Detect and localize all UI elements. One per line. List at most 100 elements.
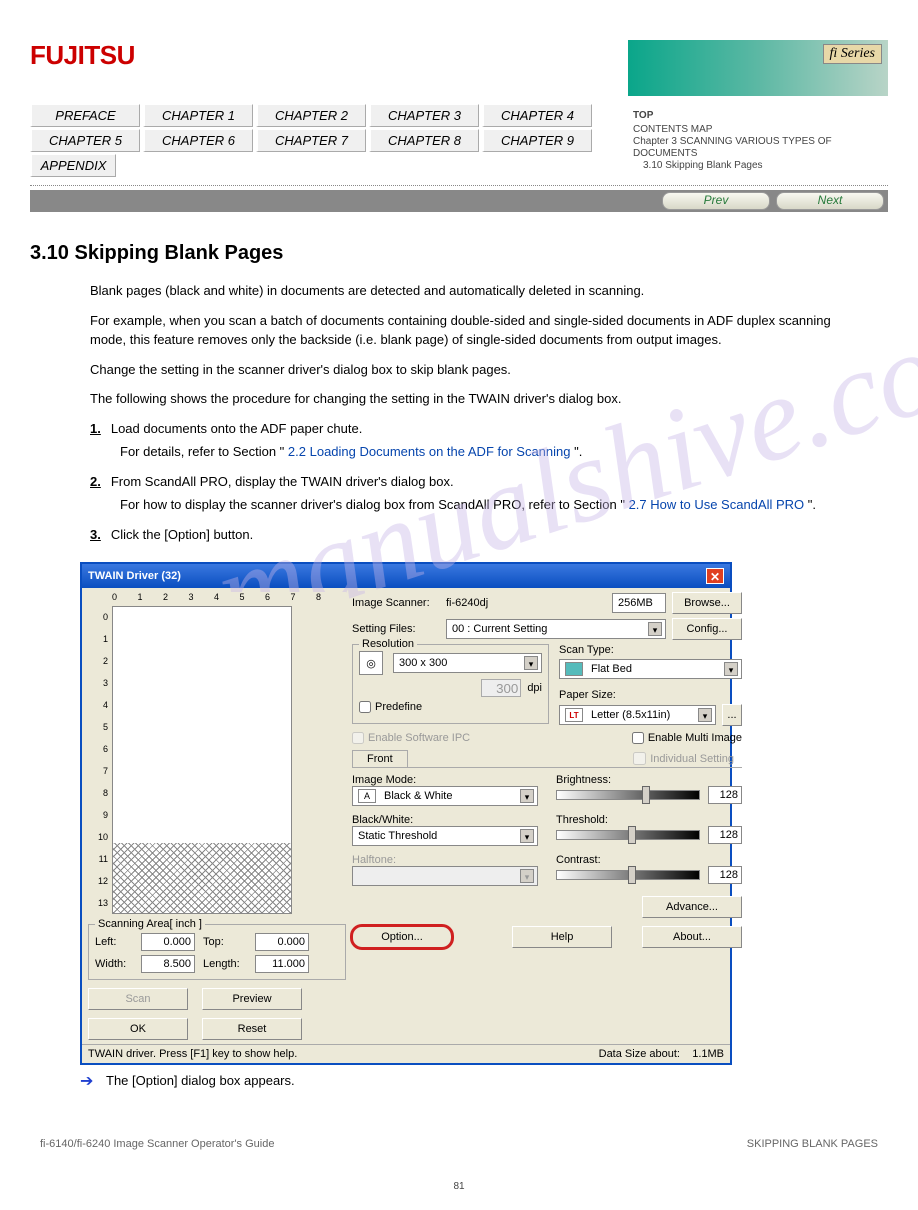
- enable-multi-label: Enable Multi Image: [648, 732, 742, 744]
- scan-button[interactable]: Scan: [88, 988, 188, 1010]
- preview-area[interactable]: [112, 606, 292, 914]
- browse-button[interactable]: Browse...: [672, 592, 742, 614]
- group-legend: Resolution: [359, 638, 417, 650]
- resolution-group: Resolution ◎ 300 x 300 ▾ dpi: [352, 644, 549, 724]
- threshold-label: Threshold:: [556, 814, 742, 826]
- nav-chapter-9[interactable]: CHAPTER 9: [482, 129, 592, 152]
- threshold-slider[interactable]: [556, 830, 700, 840]
- fujitsu-logo: FUJITSU: [30, 40, 135, 71]
- dialog-title: TWAIN Driver (32): [88, 570, 181, 582]
- select-value: 300 x 300: [399, 657, 447, 669]
- brightness-slider[interactable]: [556, 790, 700, 800]
- nav-chapter-2[interactable]: CHAPTER 2: [256, 104, 366, 127]
- top-input[interactable]: [255, 933, 309, 951]
- body-paragraph: Change the setting in the scanner driver…: [90, 360, 848, 380]
- nav-chapter-5[interactable]: CHAPTER 5: [30, 129, 140, 152]
- nav-chapter-1[interactable]: CHAPTER 1: [143, 104, 253, 127]
- ruler-tick: 0: [88, 606, 108, 628]
- footer-right: SKIPPING BLANK PAGES: [747, 1138, 878, 1150]
- threshold-value[interactable]: [708, 826, 742, 844]
- help-button[interactable]: Help: [512, 926, 612, 948]
- brightness-label: Brightness:: [556, 774, 742, 786]
- black-white-select[interactable]: Static Threshold ▾: [352, 826, 538, 846]
- ok-button[interactable]: OK: [88, 1018, 188, 1040]
- scanner-icon: [565, 662, 583, 676]
- paper-size-label: Paper Size:: [559, 689, 742, 701]
- nav-chapter-3[interactable]: CHAPTER 3: [369, 104, 479, 127]
- paper-size-select[interactable]: LTLetter (8.5x11in) ▾: [559, 705, 716, 725]
- about-button[interactable]: About...: [642, 926, 742, 948]
- nav-appendix[interactable]: APPENDIX: [30, 154, 116, 177]
- dpi-label: dpi: [527, 682, 542, 694]
- letter-icon: LT: [565, 708, 583, 722]
- cross-ref-link[interactable]: 2.7 How to Use ScandAll PRO: [629, 497, 805, 512]
- scanning-area-group: Scanning Area[ inch ] Left: Top: Width: …: [88, 924, 346, 980]
- memory-display: 256MB: [612, 593, 666, 613]
- body-paragraph: Blank pages (black and white) in documen…: [90, 281, 848, 301]
- ruler-tick: 13: [88, 892, 108, 914]
- scan-type-select[interactable]: Flat Bed ▾: [559, 659, 742, 679]
- left-input[interactable]: [141, 933, 195, 951]
- section-heading: 3.10 Skipping Blank Pages: [30, 242, 888, 265]
- top-label: Top:: [203, 936, 249, 948]
- ruler-tick: 11: [88, 848, 108, 870]
- individual-checkbox: [633, 752, 646, 765]
- contrast-slider[interactable]: [556, 870, 700, 880]
- option-button[interactable]: Option...: [352, 926, 452, 948]
- dialog-titlebar[interactable]: TWAIN Driver (32) ✕: [82, 564, 730, 588]
- individual-setting: Individual Setting: [625, 750, 742, 767]
- nav-chapter-8[interactable]: CHAPTER 8: [369, 129, 479, 152]
- chevron-down-icon: ▾: [520, 869, 534, 883]
- ruler-tick: 7: [88, 760, 108, 782]
- advance-button[interactable]: Advance...: [642, 896, 742, 918]
- width-input[interactable]: [141, 955, 195, 973]
- scan-type-label: Scan Type:: [559, 644, 742, 656]
- step-text: Load documents onto the ADF paper chute.: [111, 419, 848, 439]
- ruler-tick: 5: [88, 716, 108, 738]
- nav-chapter-6[interactable]: CHAPTER 6: [143, 129, 253, 152]
- nav-chapter-4[interactable]: CHAPTER 4: [482, 104, 592, 127]
- ruler-tick: 6: [88, 738, 108, 760]
- toc-top[interactable]: TOP: [633, 110, 878, 122]
- brightness-value[interactable]: [708, 786, 742, 804]
- width-label: Width:: [95, 958, 135, 970]
- next-button[interactable]: Next: [776, 192, 884, 210]
- halftone-select: ▾: [352, 866, 538, 886]
- resolution-select[interactable]: 300 x 300 ▾: [393, 653, 542, 673]
- pager-bar: Prev Next: [30, 190, 888, 212]
- nav-preface[interactable]: PREFACE: [30, 104, 140, 127]
- toc-line[interactable]: Chapter 3 SCANNING VARIOUS TYPES OF DOCU…: [633, 136, 878, 160]
- data-size-label: Data Size about:: [599, 1048, 680, 1060]
- enable-ipc-checkbox: [352, 732, 364, 744]
- reset-button[interactable]: Reset: [202, 1018, 302, 1040]
- footer-left: fi-6140/fi-6240 Image Scanner Operator's…: [40, 1138, 274, 1150]
- image-scanner-label: Image Scanner:: [352, 597, 440, 609]
- step-number: 1.: [90, 419, 101, 439]
- cross-ref-link[interactable]: 2.2 Loading Documents on the ADF for Sca…: [288, 444, 571, 459]
- config-button[interactable]: Config...: [672, 618, 742, 640]
- close-icon[interactable]: ✕: [706, 568, 724, 584]
- toc-line[interactable]: 3.10 Skipping Blank Pages: [643, 160, 878, 172]
- image-mode-select[interactable]: ABlack & White ▾: [352, 786, 538, 806]
- contrast-value[interactable]: [708, 866, 742, 884]
- status-text: TWAIN driver. Press [F1] key to show hel…: [88, 1048, 297, 1060]
- step-number: 2.: [90, 472, 101, 492]
- paper-size-more-button[interactable]: ...: [722, 704, 742, 726]
- prev-button[interactable]: Prev: [662, 192, 770, 210]
- ruler-tick: 4: [88, 694, 108, 716]
- length-input[interactable]: [255, 955, 309, 973]
- front-tab[interactable]: Front: [352, 750, 408, 767]
- predefine-checkbox[interactable]: [359, 701, 371, 713]
- preview-button[interactable]: Preview: [202, 988, 302, 1010]
- toc-line[interactable]: CONTENTS MAP: [633, 124, 878, 136]
- left-label: Left:: [95, 936, 135, 948]
- step-text: Click the [Option] button.: [111, 525, 848, 545]
- status-bar: TWAIN driver. Press [F1] key to show hel…: [82, 1044, 730, 1063]
- ruler-vertical: 0 1 2 3 4 5 6 7 8 9 10 11 12 13: [88, 606, 108, 936]
- nav-chapter-7[interactable]: CHAPTER 7: [256, 129, 366, 152]
- divider: [30, 185, 888, 186]
- ruler-tick: 10: [88, 826, 108, 848]
- setting-files-select[interactable]: 00 : Current Setting ▾: [446, 619, 666, 639]
- note-text: For details, refer to Section ": [120, 444, 284, 459]
- enable-multi-checkbox[interactable]: [632, 732, 644, 744]
